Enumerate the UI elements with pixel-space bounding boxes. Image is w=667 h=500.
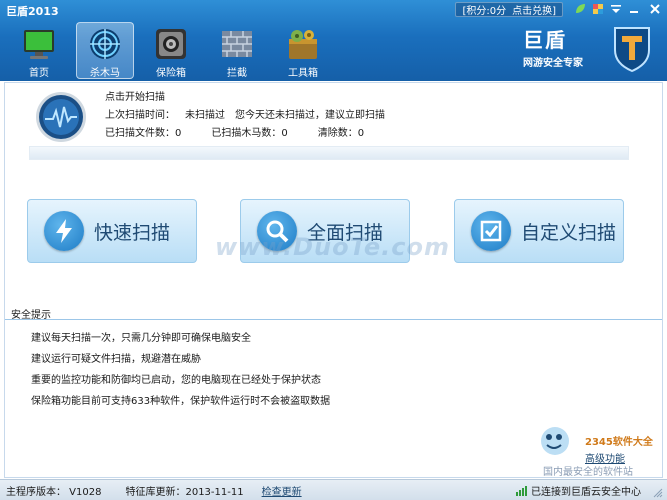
quick-scan-label: 快速扫描 xyxy=(94,221,171,244)
tip-item: 保险箱功能目前可支持633种软件，保护软件运行时不会被盗取数据 xyxy=(31,396,331,407)
title-controls: [积分:0分 点击兑换] xyxy=(455,0,667,18)
tip-item: 建议运行可疑文件扫描，规避潜在威胁 xyxy=(31,354,201,365)
points-text: [积分:0分 xyxy=(462,5,507,17)
quick-scan-button[interactable]: 快速扫描 xyxy=(27,199,197,263)
nav-item-intercept[interactable]: 拦截 xyxy=(208,22,266,79)
last-scan-label: 上次扫描时间： xyxy=(105,110,175,121)
toolbox-icon xyxy=(284,26,322,61)
firewall-icon xyxy=(218,26,256,61)
nav-item-trojan[interactable]: 杀木马 xyxy=(76,22,134,79)
version-text: 主程序版本： V1028 xyxy=(6,486,102,498)
tips-divider xyxy=(5,319,662,320)
close-icon[interactable] xyxy=(643,1,667,17)
title-bar: 巨盾2013 [积分:0分 点击兑换] 首页 杀木马 保险箱 拦截 工具箱 巨盾… xyxy=(0,0,667,81)
scan-progress-bar xyxy=(29,146,629,160)
custom-scan-label: 自定义扫描 xyxy=(521,221,617,244)
tips-list: 建议每天扫描一次，只需几分钟即可确保电脑安全 建议运行可疑文件扫描，规避潜在威胁… xyxy=(31,328,330,412)
window-title: 巨盾2013 xyxy=(6,5,59,18)
start-scan-label: 点击开始扫描 xyxy=(105,92,165,103)
lightning-icon xyxy=(44,211,84,251)
nav-label-intercept: 拦截 xyxy=(227,68,247,79)
last-scan-row: 上次扫描时间： 未扫描过 您今天还未扫描过，建议立即扫描 xyxy=(105,107,385,125)
brand-subtitle: 网游安全专家 xyxy=(523,58,583,69)
scan-radar-icon xyxy=(36,92,86,142)
brand-name: 巨盾 xyxy=(523,28,567,52)
shield-icon xyxy=(614,27,650,72)
cloud-status: 已连接到巨盾云安全中心 xyxy=(516,483,641,498)
nav-item-safe[interactable]: 保险箱 xyxy=(142,22,200,79)
crosshair-icon xyxy=(86,27,124,61)
tip-item: 建议每天扫描一次，只需几分钟即可确保电脑安全 xyxy=(31,333,251,344)
scan-info: 点击开始扫描 上次扫描时间： 未扫描过 您今天还未扫描过，建议立即扫描 已扫描文… xyxy=(105,89,385,143)
nav-item-home[interactable]: 首页 xyxy=(10,22,68,79)
checkbox-icon xyxy=(471,211,511,251)
custom-scan-button[interactable]: 自定义扫描 xyxy=(454,199,624,263)
leaf-icon[interactable] xyxy=(571,1,589,17)
status-bar: 主程序版本： V1028 特征库更新：2013-11-11 检查更新 已连接到巨… xyxy=(0,479,667,500)
last-scan-value: 未扫描过 xyxy=(185,110,225,121)
minimize-icon[interactable] xyxy=(625,1,643,17)
tip-item: 重要的监控功能和防御均已启动，您的电脑现在已经处于保护状态 xyxy=(31,375,321,386)
brand-logo: 巨盾 网游安全专家 xyxy=(523,24,653,74)
cloud-status-text: 已连接到巨盾云安全中心 xyxy=(531,486,641,498)
nav-label-trojan: 杀木马 xyxy=(90,68,120,79)
scan-advice: 您今天还未扫描过，建议立即扫描 xyxy=(235,110,385,121)
nav-label-safe: 保险箱 xyxy=(156,68,186,79)
signal-icon xyxy=(516,485,527,496)
nav-item-toolbox[interactable]: 工具箱 xyxy=(274,22,332,79)
menu-icon[interactable] xyxy=(607,1,625,17)
cleared-count: 清除数：0 xyxy=(317,128,365,139)
resize-grip-icon[interactable] xyxy=(653,488,663,498)
main-panel: 点击开始扫描 上次扫描时间： 未扫描过 您今天还未扫描过，建议立即扫描 已扫描文… xyxy=(4,82,663,478)
site-brand-text: 2345软件大全 xyxy=(585,437,653,448)
monitor-icon xyxy=(20,26,58,61)
watermark: www.DuoTe.com xyxy=(215,233,450,261)
skin-icon[interactable] xyxy=(589,1,607,17)
nav-label-home: 首页 xyxy=(29,68,49,79)
files-scanned: 已扫描文件数：0 xyxy=(105,128,182,139)
points-box: [积分:0分 点击兑换] xyxy=(455,1,563,17)
nav-label-toolbox: 工具箱 xyxy=(288,68,318,79)
main-nav: 首页 杀木马 保险箱 拦截 工具箱 xyxy=(10,22,332,79)
exchange-link[interactable]: 点击兑换] xyxy=(512,2,556,17)
scan-counts-row: 已扫描文件数：0 已扫描木马数：0 清除数：0 xyxy=(105,125,385,143)
safe-icon xyxy=(152,26,190,61)
site-subtitle: 国内最安全的软件站 xyxy=(543,467,633,478)
check-update-link[interactable]: 检查更新 xyxy=(262,483,302,498)
trojans-scanned: 已扫描木马数：0 xyxy=(211,128,288,139)
db-update-text: 特征库更新：2013-11-11 xyxy=(125,486,244,498)
